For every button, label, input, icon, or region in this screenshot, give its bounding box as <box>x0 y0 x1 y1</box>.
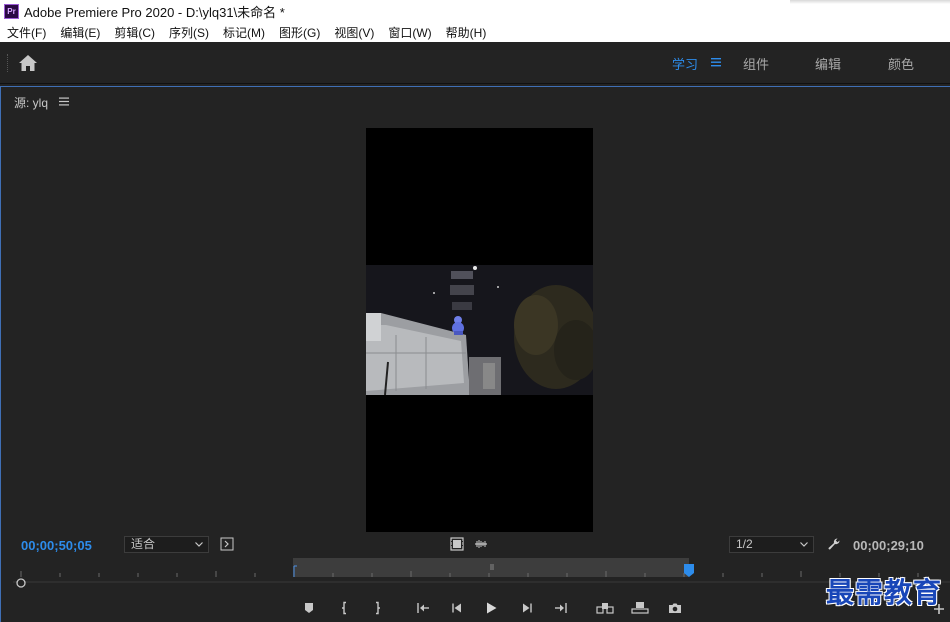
playback-resolution-select[interactable]: 1/2 <box>729 536 814 553</box>
export-frame-icon[interactable] <box>668 601 682 615</box>
window-title: Adobe Premiere Pro 2020 - D:\ylq31\未命名 * <box>24 4 285 20</box>
workspace-tab-assembly[interactable]: 组件 <box>743 54 769 73</box>
workspace-bar: 学习 组件 编辑 颜色 <box>0 42 950 84</box>
home-icon[interactable] <box>18 54 38 72</box>
add-marker-icon[interactable] <box>302 601 316 615</box>
insert-icon[interactable] <box>596 601 614 615</box>
menu-help[interactable]: 帮助(H) <box>446 24 487 41</box>
watermark-logo: 最需教育 <box>826 576 943 609</box>
menu-clip[interactable]: 剪辑(C) <box>114 24 155 41</box>
mark-in-icon[interactable] <box>338 601 352 615</box>
menu-graphics[interactable]: 图形(G) <box>279 24 320 41</box>
zoom-level-value: 适合 <box>131 537 156 551</box>
workspace-tab-learn[interactable]: 学习 <box>672 54 698 73</box>
workspace-tab-editing[interactable]: 编辑 <box>815 54 841 73</box>
drag-audio-only-icon[interactable] <box>474 537 488 551</box>
menu-bar: 文件(F) 编辑(E) 剪辑(C) 序列(S) 标记(M) 图形(G) 视图(V… <box>0 22 950 42</box>
mark-out-icon[interactable] <box>370 601 384 615</box>
menu-markers[interactable]: 标记(M) <box>223 24 265 41</box>
playhead[interactable] <box>684 564 694 573</box>
source-panel-title[interactable]: 源: ylq <box>14 94 48 111</box>
menu-view[interactable]: 视图(V) <box>334 24 374 41</box>
zoom-level-select[interactable]: 适合 <box>124 536 209 553</box>
workspace-menu-icon[interactable] <box>710 56 722 68</box>
chevron-down-icon <box>800 542 808 547</box>
playhead-timecode[interactable]: 00;00;50;05 <box>21 538 92 553</box>
play-icon[interactable] <box>484 601 498 615</box>
go-to-out-icon[interactable] <box>554 601 568 615</box>
menu-edit[interactable]: 编辑(E) <box>60 24 100 41</box>
workspace-tab-color[interactable]: 颜色 <box>888 54 914 73</box>
drag-video-only-icon[interactable] <box>450 537 464 551</box>
menu-window[interactable]: 窗口(W) <box>388 24 431 41</box>
premiere-app-icon: Pr <box>4 3 19 19</box>
video-frame-image <box>366 265 593 395</box>
panel-menu-icon[interactable] <box>59 97 69 106</box>
clip-duration-timecode: 00;00;29;10 <box>853 538 924 553</box>
overwrite-icon[interactable] <box>631 601 649 615</box>
title-bar: Pr Adobe Premiere Pro 2020 - D:\ylq31\未命… <box>0 0 950 22</box>
step-forward-icon[interactable] <box>520 601 534 615</box>
panel-grip[interactable] <box>7 54 9 72</box>
chevron-down-icon <box>195 542 203 547</box>
menu-file[interactable]: 文件(F) <box>7 24 46 41</box>
fit-settings-icon[interactable] <box>220 537 234 551</box>
zoom-handle[interactable] <box>16 578 26 588</box>
time-ruler[interactable] <box>13 558 950 590</box>
go-to-in-icon[interactable] <box>416 601 430 615</box>
step-back-icon[interactable] <box>450 601 464 615</box>
resolution-value: 1/2 <box>736 537 753 551</box>
wrench-icon[interactable] <box>827 537 841 551</box>
title-bar-shadow <box>790 0 950 4</box>
menu-sequence[interactable]: 序列(S) <box>169 24 209 41</box>
